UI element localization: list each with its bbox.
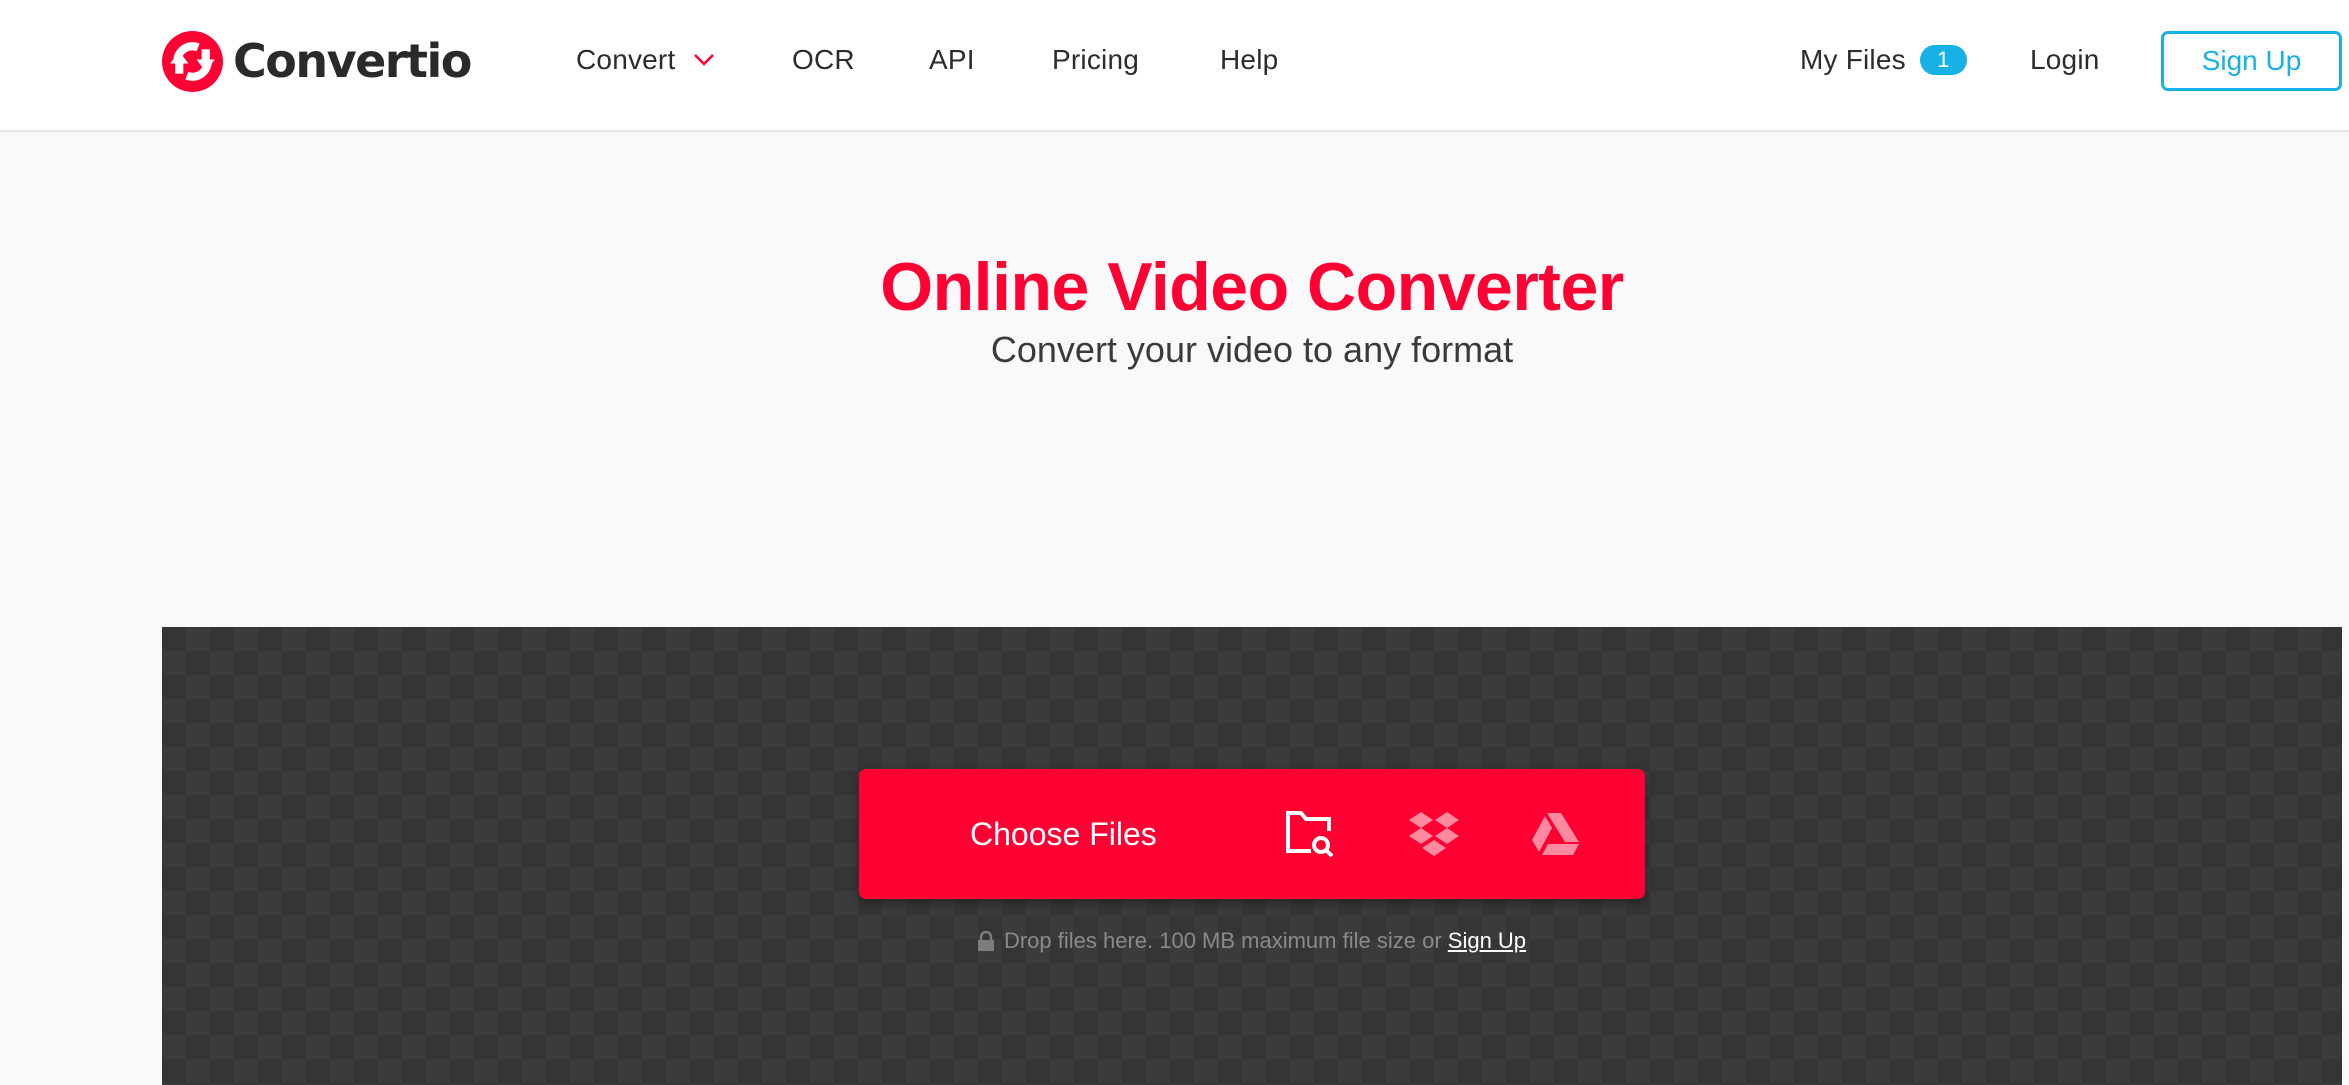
chevron-down-icon bbox=[694, 54, 715, 66]
nav-pricing[interactable]: Pricing bbox=[1052, 38, 1139, 82]
upload-from-google-drive-button[interactable] bbox=[1529, 807, 1583, 861]
folder-search-icon bbox=[1286, 811, 1334, 858]
nav-help[interactable]: Help bbox=[1220, 38, 1278, 82]
login-link[interactable]: Login bbox=[2030, 38, 2100, 82]
upload-from-computer-button[interactable] bbox=[1283, 807, 1337, 861]
signup-button[interactable]: Sign Up bbox=[2161, 31, 2342, 91]
convert-arrows-icon bbox=[162, 30, 223, 92]
page-subtitle: Convert your video to any format bbox=[990, 329, 1514, 370]
upload-hint-text: Drop files here. 100 MB maximum file siz… bbox=[1003, 928, 1448, 953]
my-files-label: My Files bbox=[1800, 44, 1906, 75]
upload-from-dropbox-button[interactable] bbox=[1407, 807, 1461, 861]
google-drive-icon bbox=[1532, 813, 1579, 855]
lock-icon bbox=[977, 931, 994, 951]
nav-convert-label: Convert bbox=[576, 44, 676, 75]
nav-api[interactable]: API bbox=[929, 38, 975, 82]
nav-ocr[interactable]: OCR bbox=[792, 38, 855, 82]
logo-text: Convertio bbox=[233, 34, 472, 88]
choose-files-button[interactable]: Choose Files bbox=[859, 769, 1645, 899]
upload-hint: Drop files here. 100 MB maximum file siz… bbox=[162, 925, 2342, 957]
hint-signup-link[interactable]: Sign Up bbox=[1448, 928, 1526, 953]
top-header: Convertio Convert OCR API Pricing Help M… bbox=[0, 0, 2349, 132]
choose-files-label[interactable]: Choose Files bbox=[970, 809, 1157, 859]
file-dropzone[interactable]: Choose Files Drop files here. 100 MB max… bbox=[162, 627, 2342, 1085]
page-title: Online Video Converter bbox=[880, 249, 1624, 325]
dropbox-icon bbox=[1409, 812, 1459, 856]
nav-my-files[interactable]: My Files 1 bbox=[1800, 38, 1967, 82]
nav-convert[interactable]: Convert bbox=[576, 38, 715, 82]
files-count-badge: 1 bbox=[1919, 45, 1967, 75]
logo-link[interactable]: Convertio bbox=[162, 30, 472, 92]
